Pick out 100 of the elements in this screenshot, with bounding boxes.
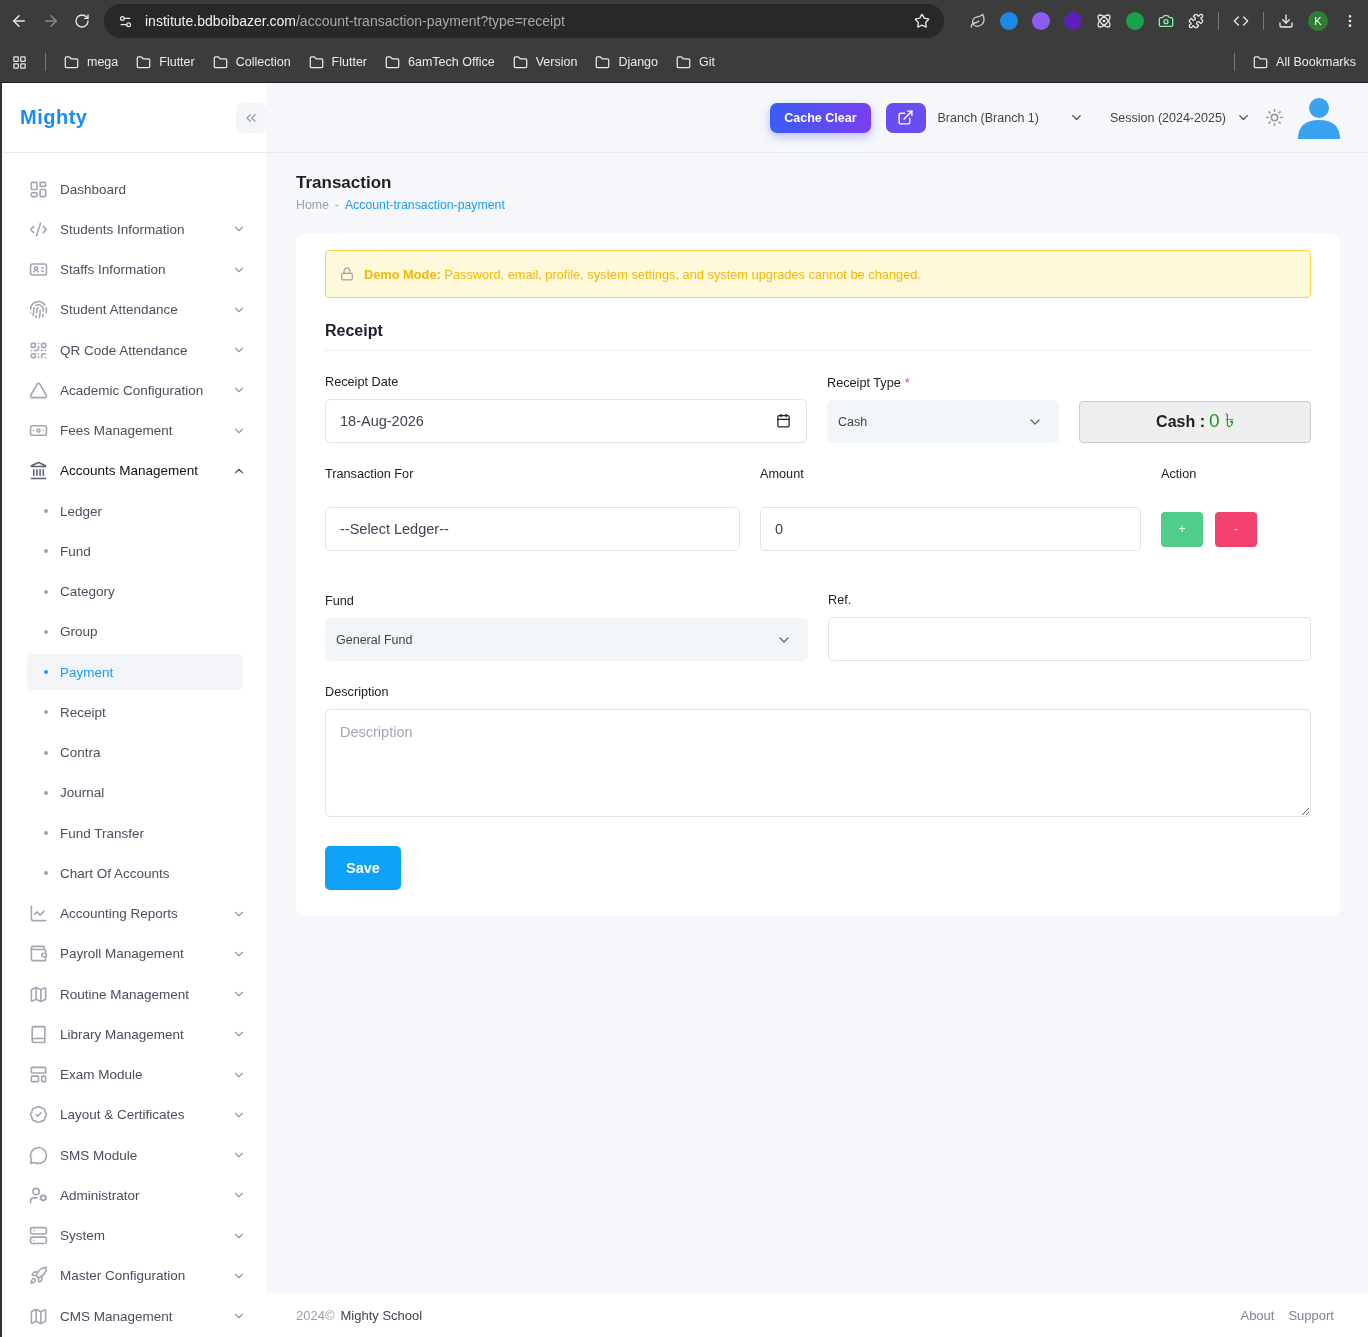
logo: Mighty <box>20 106 88 129</box>
ledger-select[interactable]: --Select Ledger-- <box>325 507 740 551</box>
wallet-icon <box>29 944 48 964</box>
bookmark-star-icon[interactable] <box>914 13 930 29</box>
atom-icon[interactable] <box>1096 13 1112 29</box>
apps-icon[interactable] <box>12 54 27 70</box>
description-field[interactable]: Description <box>325 709 1311 817</box>
chat-bubble-icon <box>29 1145 48 1165</box>
required-mark: * <box>904 376 910 390</box>
calendar-icon[interactable] <box>776 413 791 428</box>
cache-clear-button[interactable]: Cache Clear <box>770 102 871 133</box>
bookmark-folder[interactable]: All Bookmarks <box>1253 54 1356 70</box>
sidebar-item[interactable]: Accounts Management <box>2 450 266 491</box>
sidebar-item[interactable]: System <box>2 1215 266 1256</box>
sidebar-item[interactable]: CMS Management <box>2 1296 266 1337</box>
profile-avatar[interactable]: K <box>1308 11 1328 31</box>
bookmark-folder[interactable]: Django <box>595 54 658 70</box>
sidebar-item[interactable]: Master Configuration <box>2 1255 266 1296</box>
sidebar-item[interactable]: Student Attendance <box>2 289 266 330</box>
sidebar-item[interactable]: Layout & Certificates <box>2 1094 266 1135</box>
sidebar-subitem[interactable]: Contra <box>27 734 243 771</box>
sidebar-item[interactable]: Exam Module <box>2 1054 266 1095</box>
sidebar-item[interactable]: Library Management <box>2 1014 266 1055</box>
sidebar-item[interactable]: Administrator <box>2 1175 266 1216</box>
sidebar-subitem[interactable]: Journal <box>27 774 243 811</box>
sidebar-subitem[interactable]: Group <box>27 613 243 650</box>
folder-icon <box>136 54 152 70</box>
footer-brand: Mighty School <box>340 1307 424 1323</box>
footer-link[interactable]: Support <box>1288 1307 1334 1323</box>
sidebar-subitem[interactable]: Category <box>27 573 243 610</box>
bookmark-folder[interactable]: mega <box>64 54 119 70</box>
sidebar-item[interactable]: QR Code Attendance <box>2 330 266 371</box>
field-label: Action <box>1161 466 1198 483</box>
sidebar-item[interactable]: Academic Configuration <box>2 370 266 411</box>
bookmark-folder[interactable]: Git <box>676 54 715 70</box>
dashboard-icon <box>29 179 48 199</box>
forward-icon[interactable] <box>42 12 60 30</box>
extensions-icon[interactable] <box>1188 13 1204 29</box>
theme-toggle-icon[interactable] <box>1265 108 1284 127</box>
external-link-button[interactable] <box>885 102 926 133</box>
alert-text: Demo Mode: Password, email, profile, system settings, and system upgrades cannot be changed. <box>364 266 921 282</box>
sidebar-item[interactable]: SMS Module <box>2 1135 266 1176</box>
cash-label: Cash : <box>1156 413 1205 431</box>
field-label: Ref. <box>828 592 853 609</box>
fund-select[interactable]: General Fund <box>325 618 808 661</box>
download-icon[interactable] <box>1278 13 1294 29</box>
sidebar-item[interactable]: Fees Management <box>2 410 266 451</box>
session-dropdown[interactable]: Session (2024-2025) <box>1109 110 1251 125</box>
external-link-icon <box>897 109 914 126</box>
sidebar-subitem[interactable]: Fund <box>27 533 243 570</box>
date-field[interactable]: 18-Aug-2026 <box>325 399 807 443</box>
branch-dropdown[interactable]: Branch (Branch 1) <box>937 110 1084 125</box>
leaf-icon[interactable] <box>970 13 986 29</box>
folder-icon <box>512 54 528 70</box>
bookmark-folder[interactable]: Collection <box>212 54 291 70</box>
map-icon <box>29 1306 48 1326</box>
cash-value: 0 ৳ <box>1209 409 1234 433</box>
ref-field[interactable] <box>828 617 1311 661</box>
sidebar-item[interactable]: Dashboard <box>2 169 266 210</box>
lock-icon <box>340 267 354 281</box>
sidebar-item[interactable]: Students Information <box>2 209 266 250</box>
code-icon[interactable] <box>1233 13 1249 29</box>
extension-icon[interactable] <box>1000 12 1018 30</box>
bookmark-folder[interactable]: Version <box>512 54 578 70</box>
bookmark-folder[interactable]: 6amTech Office <box>385 54 495 70</box>
sidebar-subitem[interactable]: Receipt <box>27 694 243 731</box>
extension-icon[interactable] <box>1126 12 1144 30</box>
section-title: Receipt <box>325 322 1311 351</box>
badge-icon <box>29 1105 48 1125</box>
reload-icon[interactable] <box>74 13 90 29</box>
extension-icon[interactable] <box>1032 12 1050 30</box>
sidebar-subitem[interactable]: Ledger <box>27 493 243 530</box>
remove-button[interactable]: - <box>1215 511 1257 547</box>
bank-icon <box>29 461 48 481</box>
receipt-type-select[interactable]: Cash <box>827 400 1059 443</box>
sidebar-item[interactable]: Accounting Reports <box>2 893 266 934</box>
footer-link[interactable]: About <box>1240 1307 1275 1323</box>
field-label: Description <box>325 684 390 701</box>
folder-icon <box>385 54 401 70</box>
user-icon <box>29 1185 48 1205</box>
sidebar-item[interactable]: Payroll Management <box>2 933 266 974</box>
map-icon <box>29 984 48 1004</box>
camera-icon[interactable] <box>1158 13 1174 29</box>
sidebar-subitem[interactable]: Chart Of Accounts <box>27 855 243 892</box>
address-bar[interactable]: institute.bdboibazer.com/account-transaction-payment?type=receipt <box>104 4 944 38</box>
sidebar-item[interactable]: Staffs Information <box>2 249 266 290</box>
site-settings-icon[interactable] <box>118 13 133 29</box>
user-avatar[interactable] <box>1296 96 1342 139</box>
bookmark-folder[interactable]: Flutter <box>308 54 368 70</box>
back-icon[interactable] <box>10 12 28 30</box>
folder-icon <box>1253 54 1269 70</box>
fingerprint-icon <box>29 300 48 320</box>
copyright-year: 2024© <box>296 1307 335 1323</box>
sidebar-item[interactable]: Routine Management <box>2 974 266 1015</box>
layout-icon <box>29 1065 48 1085</box>
field-label: Amount <box>760 466 805 483</box>
sidebar-subitem[interactable]: Fund Transfer <box>27 815 243 852</box>
bookmark-folder[interactable]: Flutter <box>136 54 195 70</box>
url-text: institute.bdboibazer.com/account-transaction-payment?type=receipt <box>145 13 565 29</box>
amount-field[interactable]: 0 <box>760 507 1141 551</box>
